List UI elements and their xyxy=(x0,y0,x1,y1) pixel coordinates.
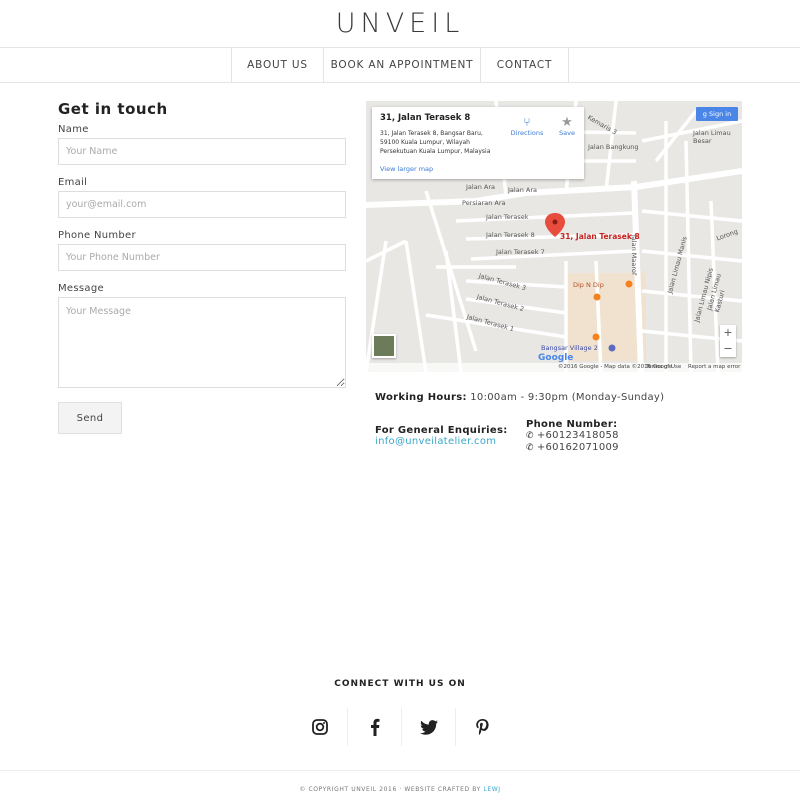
facebook-link[interactable] xyxy=(347,708,401,746)
save-label: Save xyxy=(559,129,575,137)
phone-line: ✆ +60123418058 xyxy=(526,430,619,442)
enquiries-email-link[interactable]: info@unveilatelier.com xyxy=(375,436,508,447)
zoom-out-button[interactable]: − xyxy=(720,341,736,357)
phone-numbers-label: Phone Number: xyxy=(526,419,618,430)
report-error-link[interactable]: Report a map error xyxy=(688,363,740,372)
street-label: Persiaran Ara xyxy=(462,199,506,207)
nav-item-contact[interactable]: CONTACT xyxy=(480,48,569,83)
send-button[interactable]: Send xyxy=(58,402,122,434)
street-label: Bangsar Village 2 xyxy=(541,344,598,352)
email-label: Email xyxy=(58,177,88,188)
twitter-icon xyxy=(419,719,438,735)
street-label: Jalan Limau Manis xyxy=(665,235,689,295)
directions-label: Directions xyxy=(510,129,544,137)
street-label: Jalan Terasek 2 xyxy=(475,292,525,314)
name-label: Name xyxy=(58,124,89,135)
directions-icon: ⑂ xyxy=(523,115,531,129)
google-map[interactable]: Kemaris 3 Jalan Bangkung Jalan Limau Bes… xyxy=(366,101,742,372)
street-label: Jalan Bangkung xyxy=(588,143,639,151)
footer-credit-link[interactable]: LEWJ xyxy=(483,786,500,793)
nav-item-book-appointment[interactable]: BOOK AN APPOINTMENT xyxy=(323,48,480,83)
site-logo[interactable]: UNVEIL xyxy=(0,8,800,39)
street-label: Jalan Terasek 7 xyxy=(496,248,545,256)
satellite-view-toggle[interactable] xyxy=(372,334,396,358)
email-input[interactable] xyxy=(58,191,346,218)
footer-copyright: © COPYRIGHT UNVEIL 2016 · WEBSITE CRAFTE… xyxy=(299,786,481,793)
street-label: Jalan Terasek xyxy=(486,213,529,221)
street-label: Lorong xyxy=(715,227,739,243)
place-title: 31, Jalan Terasek 8 xyxy=(380,113,471,123)
form-title: Get in touch xyxy=(58,100,168,118)
street-label: Jalan Terasek 3 xyxy=(477,271,527,293)
phone-number[interactable]: +60162071009 xyxy=(537,442,619,453)
street-label: Jalan Ara xyxy=(466,183,495,191)
google-icon: g xyxy=(702,110,707,118)
site-footer: © COPYRIGHT UNVEIL 2016 · WEBSITE CRAFTE… xyxy=(0,770,800,800)
street-label: Jalan Terasek 1 xyxy=(465,312,515,334)
contact-form: Get in touch Name Email Phone Number Mes… xyxy=(58,100,347,434)
enquiries-label: For General Enquiries: xyxy=(375,425,508,436)
google-logo: Google xyxy=(538,353,574,363)
map-place-card: 31, Jalan Terasek 8 31, Jalan Terasek 8,… xyxy=(372,107,584,179)
general-enquiries: For General Enquiries: info@unveilatelie… xyxy=(375,425,508,447)
social-links xyxy=(293,708,509,746)
hours-value: 10:00am - 9:30pm (Monday-Sunday) xyxy=(470,392,665,403)
street-label: Kemaris 3 xyxy=(586,113,619,137)
pinterest-link[interactable] xyxy=(455,708,509,746)
street-label: Dip N Dip xyxy=(573,281,604,289)
place-address: 31, Jalan Terasek 8, Bangsar Baru, 59100… xyxy=(380,130,491,155)
name-input[interactable] xyxy=(58,138,346,165)
phone-label: Phone Number xyxy=(58,230,136,241)
sign-in-label: Sign in xyxy=(709,110,732,118)
save-place-button[interactable]: ★ Save xyxy=(555,115,579,137)
message-textarea[interactable] xyxy=(58,297,346,388)
street-label: Jalan Terasek 8 xyxy=(486,231,535,239)
phone-icon: ✆ xyxy=(526,443,534,453)
phone-line: ✆ +60162071009 xyxy=(526,442,619,454)
phone-input[interactable] xyxy=(58,244,346,271)
street-label: Jalan Limau Besar xyxy=(693,129,731,145)
street-label: Jalan Ara xyxy=(508,186,537,194)
directions-button[interactable]: ⑂ Directions xyxy=(509,115,545,137)
zoom-in-button[interactable]: + xyxy=(720,325,736,341)
nav-item-about-us[interactable]: ABOUT US xyxy=(231,48,323,83)
working-hours: Working Hours: 10:00am - 9:30pm (Monday-… xyxy=(375,392,664,403)
pinterest-icon xyxy=(476,719,489,735)
nav-items: ABOUT US BOOK AN APPOINTMENT CONTACT xyxy=(231,48,569,83)
map-sign-in-button[interactable]: g Sign in xyxy=(696,107,738,121)
map-marker-label: 31, Jalan Terasek 8 xyxy=(560,232,640,241)
main-nav: ABOUT US BOOK AN APPOINTMENT CONTACT xyxy=(0,47,800,83)
instagram-icon xyxy=(312,719,328,735)
terms-link[interactable]: Terms of Use xyxy=(646,363,681,372)
facebook-icon xyxy=(370,718,379,736)
view-larger-map-link[interactable]: View larger map xyxy=(380,165,433,173)
map-attribution: ©2016 Google - Map data ©2016 Google Ter… xyxy=(366,363,742,372)
phone-numbers: Phone Number: ✆ +60123418058 ✆ +6016207100… xyxy=(526,419,619,454)
instagram-link[interactable] xyxy=(293,708,347,746)
star-icon: ★ xyxy=(561,115,573,130)
twitter-link[interactable] xyxy=(401,708,455,746)
phone-icon: ✆ xyxy=(526,431,534,441)
map-zoom-control: + − xyxy=(720,325,736,357)
phone-number[interactable]: +60123418058 xyxy=(537,430,619,441)
hours-label: Working Hours: xyxy=(375,392,467,403)
message-label: Message xyxy=(58,283,104,294)
connect-heading: CONNECT WITH US ON xyxy=(334,679,466,689)
